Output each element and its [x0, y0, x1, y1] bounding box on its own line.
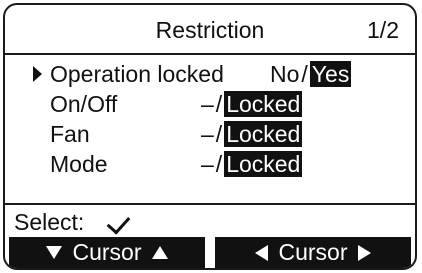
option-separator: /: [215, 91, 223, 117]
check-icon: [106, 210, 131, 235]
select-label: Select:: [14, 209, 85, 235]
setting-label: Operation locked: [50, 61, 224, 87]
select-hint: Select:: [5, 203, 415, 235]
option-yes-selected: Yes: [309, 61, 352, 87]
setting-value[interactable]: No / Yes: [270, 59, 352, 89]
page-indicator: 1/2: [367, 17, 399, 43]
option-locked-selected: Locked: [224, 151, 303, 177]
right-arrow-icon: [357, 244, 371, 261]
selection-cursor-icon: [33, 66, 42, 82]
setting-row-on-off[interactable]: On/Off – / Locked: [5, 89, 415, 119]
setting-value[interactable]: – / Locked: [201, 149, 303, 179]
screen-header: Restriction 1/2: [5, 5, 415, 55]
setting-label: Fan: [50, 121, 90, 147]
setting-label: Mode: [50, 151, 108, 177]
option-unlocked: –: [201, 151, 214, 177]
option-no: No: [270, 61, 300, 87]
page-title: Restriction: [155, 17, 265, 43]
cursor-up-down-button[interactable]: Cursor: [9, 237, 205, 268]
button-label: Cursor: [72, 239, 142, 265]
setting-row-mode[interactable]: Mode – / Locked: [5, 149, 415, 179]
button-label: Cursor: [278, 239, 348, 265]
option-separator: /: [215, 121, 223, 147]
cursor-left-right-button[interactable]: Cursor: [215, 237, 411, 268]
left-arrow-icon: [255, 244, 269, 261]
setting-value[interactable]: – / Locked: [201, 119, 303, 149]
setting-row-fan[interactable]: Fan – / Locked: [5, 119, 415, 149]
up-arrow-icon: [151, 246, 168, 259]
option-locked-selected: Locked: [224, 121, 303, 147]
setting-label: On/Off: [50, 91, 118, 117]
setting-value[interactable]: – / Locked: [201, 89, 303, 119]
option-unlocked: –: [201, 91, 214, 117]
lcd-screen: Restriction 1/2 Operation locked No / Ye…: [3, 3, 417, 270]
option-separator: /: [215, 151, 223, 177]
setting-row-operation-locked[interactable]: Operation locked No / Yes: [5, 59, 415, 89]
down-arrow-icon: [46, 246, 63, 259]
option-unlocked: –: [201, 121, 214, 147]
option-separator: /: [301, 61, 308, 87]
option-locked-selected: Locked: [224, 91, 303, 117]
